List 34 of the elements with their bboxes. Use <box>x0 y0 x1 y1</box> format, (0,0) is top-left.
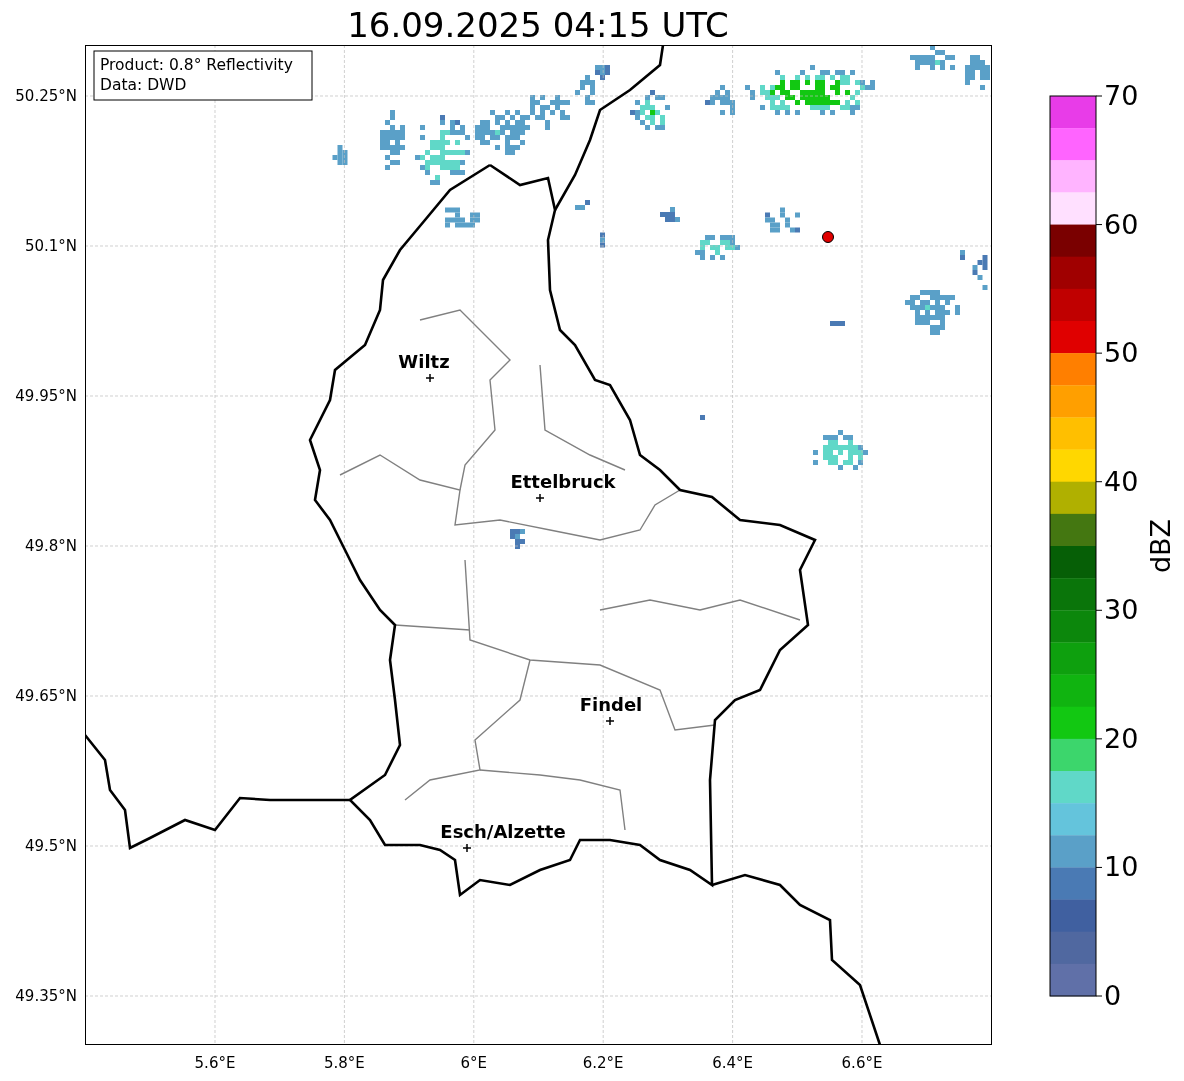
info-text: Product: 0.8° Reflectivity <box>100 56 293 74</box>
latitude-label: 49.95°N <box>15 387 77 405</box>
colorbar-tick-label: 10 <box>1104 851 1139 883</box>
longitude-label: 6°E <box>460 1054 488 1072</box>
city-label: Ettelbruck <box>510 471 616 492</box>
city-marker-icon <box>535 493 545 503</box>
longitude-label: 6.2°E <box>582 1054 624 1072</box>
latitude-label: 50.1°N <box>24 237 77 255</box>
chart-title: 16.09.2025 04:15 UTC <box>347 5 729 45</box>
longitude-label: 6.4°E <box>712 1054 753 1072</box>
colorbar-label: dBZ <box>1145 518 1176 574</box>
city-label: Findel <box>579 694 643 715</box>
latitude-label: 49.65°N <box>15 687 77 705</box>
latitude-label: 50.25°N <box>15 87 77 105</box>
latitude-label: 49.35°N <box>15 987 77 1005</box>
city-label: Wiltz <box>398 351 450 372</box>
longitude-label: 6.6°E <box>841 1054 883 1072</box>
city-label: Esch/Alzette <box>440 821 566 842</box>
longitude-label: 5.6°E <box>194 1054 236 1072</box>
info-text: Data: DWD <box>100 76 187 94</box>
colorbar-tick-label: 20 <box>1104 722 1139 754</box>
latitude-label: 49.8°N <box>24 537 77 555</box>
longitude-label: 5.8°E <box>324 1054 365 1072</box>
latitude-label: 49.5°N <box>24 837 77 855</box>
colorbar-tick-label: 50 <box>1104 337 1139 369</box>
colorbar-tick-label: 30 <box>1104 594 1139 626</box>
city-marker-icon <box>425 373 435 383</box>
colorbar-tick-label: 60 <box>1104 208 1139 240</box>
city-marker-icon <box>462 843 472 853</box>
colorbar-tick-label: 70 <box>1104 80 1139 111</box>
colorbar-tick-label: 40 <box>1104 465 1139 497</box>
city-marker-icon <box>605 716 615 726</box>
location-marker <box>822 231 834 243</box>
colorbar-tick-label: 0 <box>1104 980 1122 1011</box>
